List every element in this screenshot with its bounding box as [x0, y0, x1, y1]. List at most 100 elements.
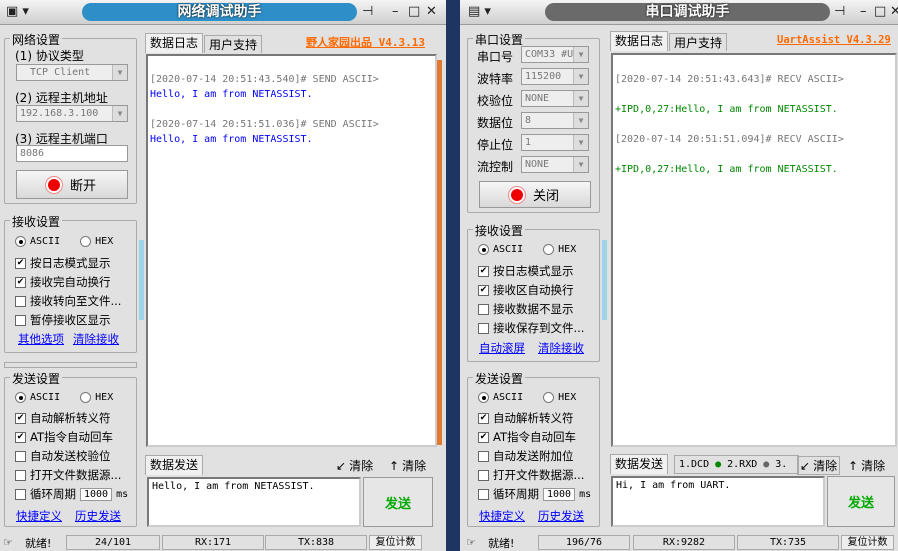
- send-opt[interactable]: 循环周期 1000 ms: [15, 486, 128, 502]
- send-opt[interactable]: 循环周期 1000 ms: [478, 486, 591, 502]
- history-send-link[interactable]: 历史发送: [75, 508, 121, 524]
- brand-link[interactable]: UartAssist V4.3.29: [777, 34, 891, 46]
- recv-opt[interactable]: 接收保存到文件...: [478, 320, 584, 336]
- checkbox[interactable]: ✔: [15, 257, 26, 269]
- other-options-link[interactable]: 其他选项: [18, 331, 64, 347]
- brand-link[interactable]: 野人家园出品 V4.3.13: [306, 34, 425, 50]
- auto-scroll-link[interactable]: 自动滚屏: [479, 340, 525, 356]
- history-send-link[interactable]: 历史发送: [538, 508, 584, 524]
- clear-send-button[interactable]: ↙ 清除: [336, 457, 373, 474]
- period-input[interactable]: 1000: [543, 487, 576, 501]
- checkbox[interactable]: [15, 295, 26, 307]
- serial-field-select[interactable]: 1 ▼: [521, 134, 589, 151]
- receive-log[interactable]: [2020-07-14 20:51:43.540]# SEND ASCII> He…: [146, 54, 437, 447]
- reset-count-button[interactable]: 复位计数: [369, 535, 422, 550]
- tab-data-log[interactable]: 数据日志: [145, 33, 204, 53]
- send-opt[interactable]: ✔ 自动解析转义符: [15, 410, 111, 426]
- minimize-button[interactable]: –: [392, 4, 399, 19]
- recv-opt[interactable]: 接收转向至文件...: [15, 293, 121, 309]
- send-opt[interactable]: 打开文件数据源...: [478, 467, 584, 483]
- tab-data-log[interactable]: 数据日志: [610, 31, 669, 51]
- maximize-button[interactable]: □: [408, 4, 420, 19]
- radio-hex[interactable]: [80, 236, 92, 247]
- app-menu-icon[interactable]: ▤ ▾: [468, 4, 491, 19]
- send-button[interactable]: 发送: [827, 476, 895, 527]
- reset-count-button[interactable]: 复位计数: [841, 535, 894, 550]
- pin-icon[interactable]: ⊣: [362, 4, 373, 19]
- checkbox[interactable]: ✔: [478, 265, 489, 277]
- checkbox[interactable]: ✔: [478, 431, 489, 443]
- radio-ascii[interactable]: [15, 392, 26, 403]
- radio-ascii[interactable]: [478, 392, 489, 403]
- checkbox[interactable]: [15, 469, 26, 481]
- serial-field-select[interactable]: NONE ▼: [521, 156, 589, 173]
- checkbox[interactable]: [478, 488, 489, 500]
- recv-opt[interactable]: 接收数据不显示: [478, 301, 574, 317]
- serial-field-select[interactable]: 8 ▼: [521, 112, 589, 129]
- tab-data-send[interactable]: 数据发送: [145, 455, 204, 475]
- shortcut-define-link[interactable]: 快捷定义: [16, 508, 62, 524]
- serial-field-select[interactable]: NONE ▼: [521, 90, 589, 107]
- send-opt[interactable]: 打开文件数据源...: [15, 467, 121, 483]
- pin-icon[interactable]: ⊣: [834, 4, 845, 19]
- checkbox[interactable]: [478, 450, 489, 462]
- checkbox[interactable]: [15, 314, 26, 326]
- period-input[interactable]: 1000: [80, 487, 113, 501]
- close-port-button[interactable]: 关闭: [479, 181, 591, 208]
- checkbox[interactable]: [478, 303, 489, 315]
- tab-user-support[interactable]: 用户支持: [669, 33, 728, 51]
- radio-hex[interactable]: [543, 244, 555, 255]
- title-bar[interactable]: ▣ ▾ 网络调试助手 ⊣ – □ ✕: [0, 0, 446, 25]
- recv-opt[interactable]: 暂停接收区显示: [15, 312, 111, 328]
- clear-send-button[interactable]: ↙ 清除: [797, 456, 841, 475]
- tab-user-support[interactable]: 用户支持: [204, 35, 263, 53]
- checkbox[interactable]: [478, 469, 489, 481]
- send-opt[interactable]: ✔ 自动解析转义符: [478, 410, 574, 426]
- send-opt[interactable]: ✔ AT指令自动回车: [15, 429, 113, 445]
- radio-hex[interactable]: [543, 392, 555, 403]
- send-button[interactable]: 发送: [363, 477, 433, 527]
- host-select[interactable]: 192.168.3.100 ▼: [16, 105, 128, 122]
- radio-ascii[interactable]: [478, 244, 489, 255]
- radio-ascii[interactable]: [15, 236, 26, 247]
- serial-field-select[interactable]: COM33 #US ▼: [521, 46, 589, 63]
- panel-collapse-handle[interactable]: [602, 240, 607, 320]
- panel-collapse-handle[interactable]: [139, 240, 144, 320]
- checkbox[interactable]: ✔: [478, 412, 489, 424]
- serial-field-select[interactable]: 115200 ▼: [521, 68, 589, 85]
- checkbox[interactable]: [15, 450, 26, 462]
- recv-opt[interactable]: ✔ 按日志模式显示: [15, 255, 111, 271]
- recv-opt[interactable]: ✔ 按日志模式显示: [478, 263, 574, 279]
- checkbox[interactable]: ✔: [15, 412, 26, 424]
- app-menu-icon[interactable]: ▣ ▾: [6, 4, 29, 19]
- tab-data-send[interactable]: 数据发送: [610, 454, 669, 474]
- clear-log-button[interactable]: ↑ 清除: [848, 457, 885, 474]
- close-button[interactable]: ✕: [426, 4, 437, 19]
- disconnect-button[interactable]: 断开: [16, 170, 128, 199]
- checkbox[interactable]: ✔: [15, 276, 26, 288]
- title-bar[interactable]: ▤ ▾ 串口调试助手 ⊣ – □ ✕: [460, 0, 898, 25]
- maximize-button[interactable]: □: [874, 4, 886, 19]
- checkbox[interactable]: ✔: [15, 431, 26, 443]
- scrollbar[interactable]: [437, 60, 442, 445]
- recv-opt[interactable]: ✔ 接收完自动换行: [15, 274, 111, 290]
- minimize-button[interactable]: –: [860, 4, 867, 19]
- port-input[interactable]: 8086: [16, 145, 128, 162]
- send-input[interactable]: Hi, I am from UART.: [611, 476, 825, 527]
- radio-hex[interactable]: [80, 392, 92, 403]
- checkbox[interactable]: ✔: [478, 284, 489, 296]
- send-opt[interactable]: ✔ AT指令自动回车: [478, 429, 576, 445]
- recv-opt[interactable]: ✔ 接收区自动换行: [478, 282, 574, 298]
- send-opt[interactable]: 自动发送校验位: [15, 448, 111, 464]
- clear-receive-link[interactable]: 清除接收: [73, 331, 119, 347]
- receive-log[interactable]: [2020-07-14 20:51:43.643]# RECV ASCII> +I…: [611, 53, 897, 447]
- send-input[interactable]: Hello, I am from NETASSIST.: [147, 477, 361, 527]
- clear-receive-link[interactable]: 清除接收: [538, 340, 584, 356]
- checkbox[interactable]: [478, 322, 489, 334]
- send-opt[interactable]: 自动发送附加位: [478, 448, 574, 464]
- checkbox[interactable]: [15, 488, 26, 500]
- protocol-select[interactable]: TCP Client ▼: [16, 64, 128, 81]
- clear-log-button[interactable]: ↑ 清除: [389, 457, 426, 474]
- close-button[interactable]: ✕: [890, 4, 898, 19]
- shortcut-define-link[interactable]: 快捷定义: [479, 508, 525, 524]
